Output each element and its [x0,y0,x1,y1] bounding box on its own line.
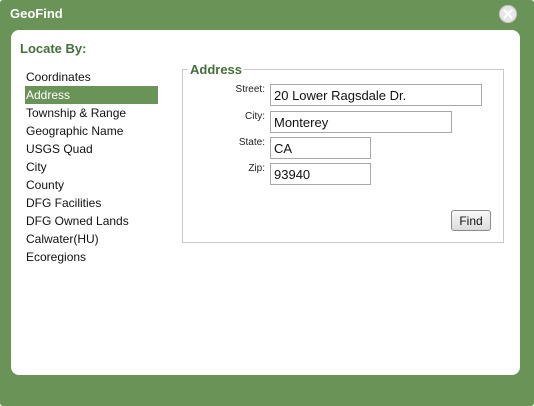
locate-method-list: Coordinates Address Township & Range Geo… [25,68,158,266]
method-item-township-range[interactable]: Township & Range [25,104,158,122]
method-item-geographic-name[interactable]: Geographic Name [25,122,158,140]
street-label: Street: [235,84,265,95]
method-item-ecoregions[interactable]: Ecoregions [25,248,158,266]
zip-label: Zip: [248,163,265,174]
method-item-county[interactable]: County [25,176,158,194]
title-bar[interactable]: GeoFind [0,0,534,30]
geofind-dialog: GeoFind Locate By: Coordinates Address T… [0,0,534,406]
window-title: GeoFind [10,6,63,21]
street-input[interactable] [270,84,482,106]
find-button[interactable]: Find [451,210,491,231]
address-legend: Address [188,62,245,77]
method-item-address[interactable]: Address [25,86,158,104]
zip-input[interactable] [270,163,371,185]
method-item-coordinates[interactable]: Coordinates [25,68,158,86]
locate-by-heading: Locate By: [20,41,87,56]
city-label: City: [245,111,265,122]
method-item-city[interactable]: City [25,158,158,176]
method-item-usgs-quad[interactable]: USGS Quad [25,140,158,158]
state-input[interactable] [270,137,371,159]
method-item-dfg-owned-lands[interactable]: DFG Owned Lands [25,212,158,230]
city-input[interactable] [270,111,452,133]
method-item-calwater-hu[interactable]: Calwater(HU) [25,230,158,248]
address-fieldset: Address Street: City: State: Zip: Find [182,62,504,243]
close-icon [503,9,513,19]
method-item-dfg-facilities[interactable]: DFG Facilities [25,194,158,212]
state-label: State: [238,137,265,148]
dialog-content: Locate By: Coordinates Address Township … [11,30,520,375]
close-button[interactable] [499,5,517,23]
